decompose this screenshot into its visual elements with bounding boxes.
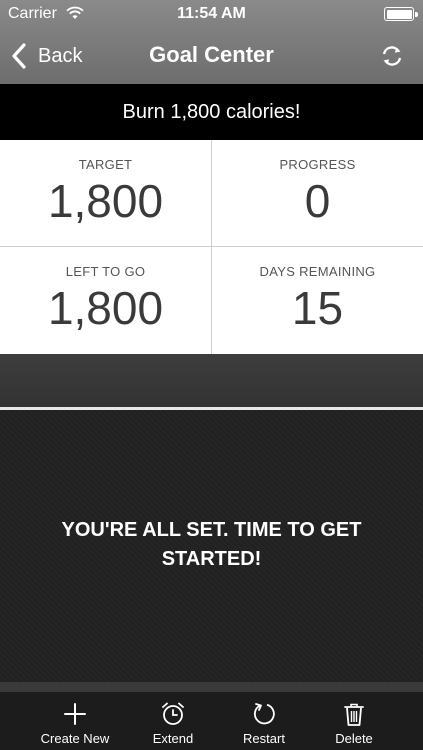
status-message: YOU'RE ALL SET. TIME TO GET STARTED! [61, 519, 362, 570]
status-bar: Carrier 11:54 AM [0, 0, 423, 28]
delete-button[interactable]: Delete [304, 692, 404, 750]
message-panel: YOU'RE ALL SET. TIME TO GET STARTED! [0, 410, 423, 682]
battery-icon [384, 7, 418, 21]
tab-label: Restart [243, 731, 285, 746]
stat-value: 1,800 [47, 175, 164, 227]
stat-value: 0 [304, 175, 331, 227]
progress-strip [0, 354, 423, 408]
stat-label: LEFT TO GO [65, 264, 146, 279]
trash-icon [344, 703, 364, 726]
tab-label: Delete [335, 731, 373, 746]
goal-banner: Burn 1,800 calories! [0, 84, 423, 140]
restart-icon [253, 703, 275, 725]
stat-value: 15 [291, 282, 344, 334]
sync-icon[interactable] [379, 43, 405, 69]
stat-target: TARGET 1,800 [0, 140, 211, 246]
tab-label: Extend [152, 731, 194, 746]
alarm-clock-icon [162, 702, 184, 725]
panel-footer [0, 682, 423, 692]
stat-left-to-go: LEFT TO GO 1,800 [0, 247, 211, 353]
grid-divider-horizontal [0, 246, 423, 247]
page-title: Goal Center [149, 42, 274, 67]
tab-label: Create New [40, 731, 110, 746]
extend-button[interactable]: Extend [123, 692, 223, 750]
clock: 11:54 AM [177, 5, 246, 22]
plus-icon [64, 703, 86, 725]
stats-grid: TARGET 1,800 PROGRESS 0 LEFT TO GO 1,800… [0, 140, 423, 354]
restart-button[interactable]: Restart [214, 692, 314, 750]
stat-label: TARGET [78, 157, 133, 172]
stat-days-remaining: DAYS REMAINING 15 [212, 247, 423, 353]
create-new-button[interactable]: Create New [25, 692, 125, 750]
header: Carrier 11:54 AM Back Goal Center [0, 0, 423, 84]
stat-value: 1,800 [47, 282, 164, 334]
navigation-bar: Back Goal Center [0, 28, 423, 84]
tab-bar: Create New Extend Restart Delete [0, 692, 423, 750]
grid-divider-vertical [211, 140, 212, 354]
stat-progress: PROGRESS 0 [212, 140, 423, 246]
stat-label: DAYS REMAINING [259, 264, 376, 279]
stat-label: PROGRESS [279, 157, 356, 172]
